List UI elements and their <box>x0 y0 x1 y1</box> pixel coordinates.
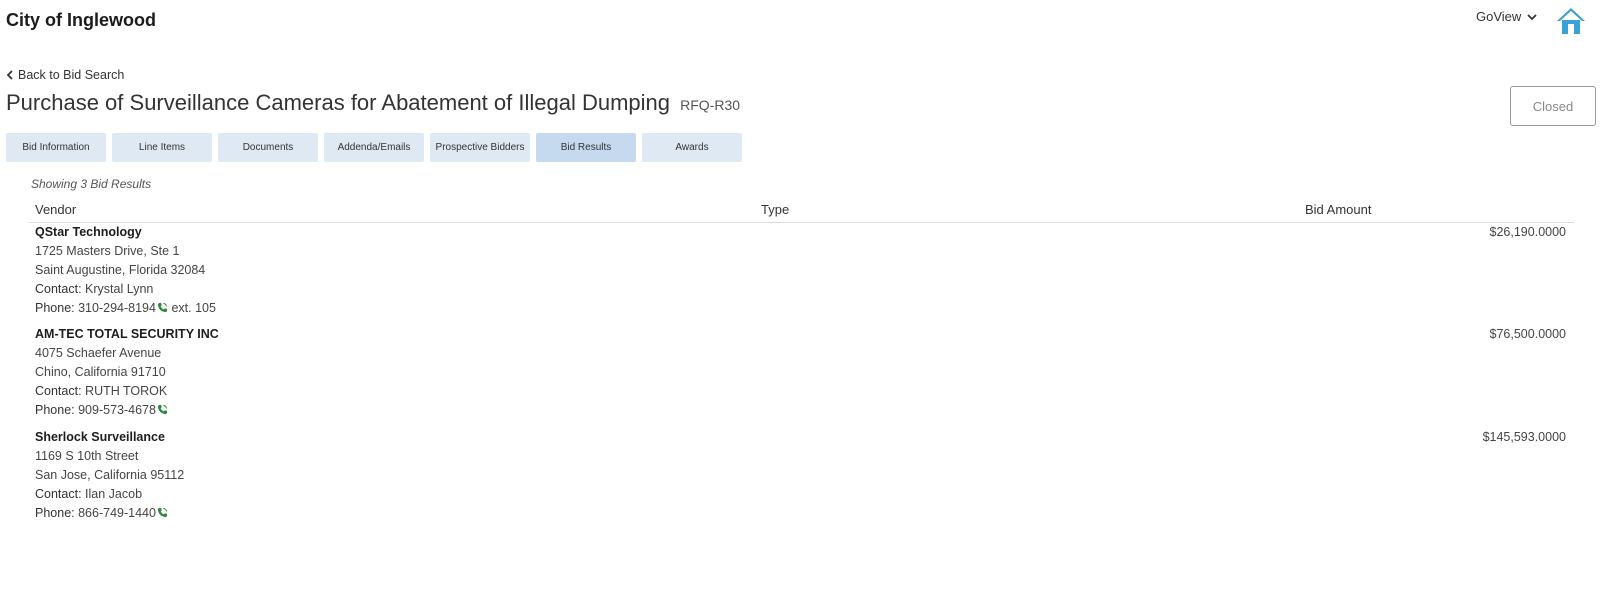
goview-menu[interactable]: GoView <box>1476 9 1537 24</box>
chevron-down-icon <box>1527 13 1537 20</box>
bid-amount: $76,500.0000 <box>1489 327 1566 341</box>
bid-amount: $26,190.0000 <box>1489 225 1566 239</box>
tab-addenda-emails[interactable]: Addenda/Emails <box>324 133 424 162</box>
contact-name: RUTH TOROK <box>85 384 168 398</box>
contact-name: Ilan Jacob <box>85 487 143 501</box>
column-header-bid-amount: Bid Amount <box>1305 202 1372 217</box>
contact-name: Krystal Lynn <box>85 282 154 296</box>
phone-icon[interactable] <box>157 302 168 313</box>
phone-number[interactable]: 909-573-4678 <box>78 403 156 417</box>
results-table-header: Vendor Type Bid Amount <box>29 199 1574 223</box>
phone-icon[interactable] <box>157 507 168 518</box>
tab-awards[interactable]: Awards <box>642 133 742 162</box>
vendor-details: AM-TEC TOTAL SECURITY INC 4075 Schaefer … <box>35 325 219 420</box>
vendor-contact: Contact: Krystal Lynn <box>35 280 216 299</box>
column-header-vendor: Vendor <box>35 202 77 217</box>
tab-line-items[interactable]: Line Items <box>112 133 212 162</box>
app-header: City of Inglewood GoView <box>0 0 1600 44</box>
bid-title: Purchase of Surveillance Cameras for Aba… <box>6 90 671 115</box>
vendor-address-line2: Chino, California 91710 <box>35 365 166 379</box>
contact-label: Contact: <box>35 487 82 501</box>
vendor-details: QStar Technology 1725 Masters Drive, Ste… <box>35 223 216 318</box>
back-link-label: Back to Bid Search <box>18 68 125 82</box>
results-count: Showing 3 Bid Results <box>31 177 152 191</box>
vendor-address-line2: Saint Augustine, Florida 32084 <box>35 263 206 277</box>
vendor-address-line1: 1169 S 10th Street <box>35 449 139 463</box>
phone-label: Phone: <box>35 403 75 417</box>
vendor-name: Sherlock Surveillance <box>35 430 165 444</box>
tab-documents[interactable]: Documents <box>218 133 318 162</box>
phone-number[interactable]: 866-749-1440 <box>78 506 156 520</box>
column-header-type: Type <box>761 202 790 217</box>
vendor-address-line2: San Jose, California 95112 <box>35 468 185 482</box>
tab-bid-results[interactable]: Bid Results <box>536 133 636 162</box>
contact-label: Contact: <box>35 282 82 296</box>
vendor-details: Sherlock Surveillance 1169 S 10th Street… <box>35 428 184 523</box>
vendor-phone: Phone: 909-573-4678 <box>35 401 219 420</box>
phone-number[interactable]: 310-294-8194 <box>78 301 156 315</box>
vendor-phone: Phone: 866-749-1440 <box>35 504 184 523</box>
bid-code: RFQ-R30 <box>680 97 741 113</box>
vendor-contact: Contact: Ilan Jacob <box>35 485 184 504</box>
status-badge: Closed <box>1510 86 1596 126</box>
bid-amount: $145,593.0000 <box>1482 430 1566 444</box>
phone-label: Phone: <box>35 506 75 520</box>
tab-bid-information[interactable]: Bid Information <box>6 133 106 162</box>
tab-prospective-bidders[interactable]: Prospective Bidders <box>430 133 530 162</box>
app-title: City of Inglewood <box>6 10 156 30</box>
page-title: Purchase of Surveillance Cameras for Aba… <box>6 90 740 116</box>
vendor-phone: Phone: 310-294-8194 ext. 105 <box>35 299 216 318</box>
tab-bar: Bid Information Line Items Documents Add… <box>6 133 742 162</box>
vendor-contact: Contact: RUTH TOROK <box>35 382 219 401</box>
back-to-bid-search-link[interactable]: Back to Bid Search <box>6 68 124 82</box>
chevron-left-icon <box>6 70 13 80</box>
vendor-address-line1: 1725 Masters Drive, Ste 1 <box>35 244 180 258</box>
goview-label: GoView <box>1476 9 1522 24</box>
home-icon[interactable] <box>1556 6 1586 36</box>
phone-extension: ext. 105 <box>171 301 216 315</box>
phone-icon[interactable] <box>157 404 168 415</box>
phone-label: Phone: <box>35 301 75 315</box>
vendor-address-line1: 4075 Schaefer Avenue <box>35 346 162 360</box>
contact-label: Contact: <box>35 384 82 398</box>
vendor-name: AM-TEC TOTAL SECURITY INC <box>35 327 219 341</box>
vendor-name: QStar Technology <box>35 225 142 239</box>
